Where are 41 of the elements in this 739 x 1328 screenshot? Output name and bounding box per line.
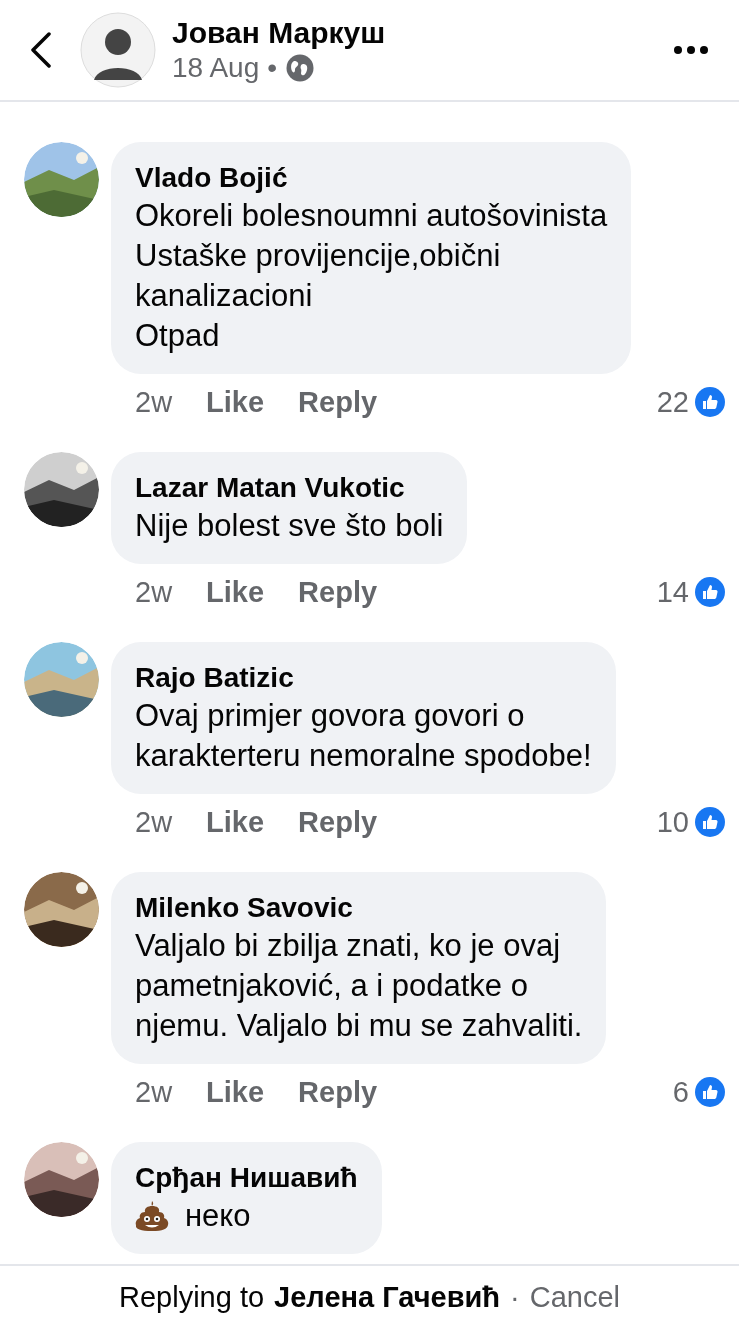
like-link[interactable]: Like [206, 575, 265, 609]
like-icon [695, 577, 725, 607]
comment-text: Nije bolest sve što boli [135, 507, 444, 545]
cancel-link[interactable]: Cancel [529, 1280, 620, 1314]
comment-author[interactable]: Срђан Нишавић [135, 1160, 358, 1196]
comment-text: Okoreli bolesnoumni autošovinista Ustaške provijencije,obični kanalizacioni Otpad [135, 197, 608, 355]
reply-link[interactable]: Reply [298, 575, 378, 609]
post-author[interactable]: Јован Маркуш [172, 15, 673, 51]
reply-link[interactable]: Reply [298, 385, 378, 419]
like-link[interactable]: Like [206, 385, 265, 419]
comment-time: 2w [135, 385, 173, 419]
like-link[interactable]: Like [206, 805, 265, 839]
globe-icon [285, 53, 315, 83]
comment-author[interactable]: Vlado Bojić [135, 160, 608, 196]
separator-dot: • [267, 51, 277, 85]
back-icon[interactable] [30, 32, 52, 68]
more-icon[interactable] [673, 45, 709, 55]
reply-link[interactable]: Reply [298, 805, 378, 839]
comment-author[interactable]: Milenko Savovic [135, 890, 583, 926]
comment-author[interactable]: Rajo Batizic [135, 660, 592, 696]
reaction-count: 14 [656, 575, 689, 609]
reply-target-name: Јелена Гачевић [274, 1280, 501, 1314]
reaction-count: 6 [672, 1075, 689, 1109]
like-link[interactable]: Like [206, 1075, 265, 1109]
reaction-count: 22 [656, 385, 689, 419]
replying-label: Replying to [119, 1280, 265, 1314]
comment-time: 2w [135, 575, 173, 609]
reply-link[interactable]: Reply [298, 1075, 378, 1109]
comment-time: 2w [135, 1075, 173, 1109]
comment-text: Valjalo bi zbilja znati, ko je ovaj pametnjaković, a i podatke o njemu. Valjalo bi mu se zahvaliti. [135, 927, 583, 1045]
comment-text: Ovaj primjer govora govori o karakterteru nemoralne spodobe! [135, 697, 592, 775]
comment-text: неко [185, 1197, 251, 1235]
like-icon [695, 387, 725, 417]
separator-dot: · [510, 1280, 520, 1314]
post-date: 18 Aug [172, 51, 260, 85]
like-icon [695, 1077, 725, 1107]
like-icon [695, 807, 725, 837]
comment-time: 2w [135, 805, 173, 839]
reaction-count: 10 [656, 805, 689, 839]
avatar-icon[interactable] [80, 12, 156, 88]
comment-author[interactable]: Lazar Matan Vukotic [135, 470, 444, 506]
